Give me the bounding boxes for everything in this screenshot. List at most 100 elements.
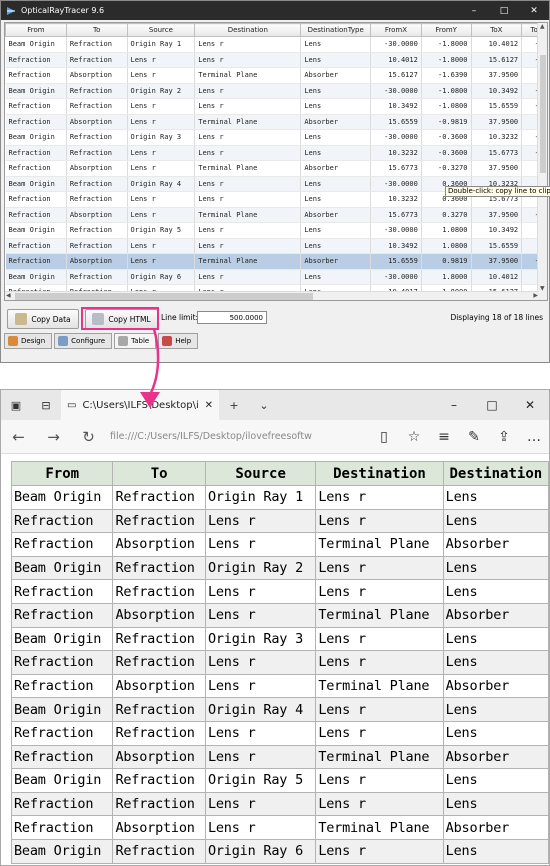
html-table-cell: Absorber (442, 815, 550, 840)
html-table-row: Refraction Refraction Lens r Lens r Lens (10, 579, 550, 604)
html-table-row: Refraction Refraction Lens r Lens r Lens (10, 720, 550, 746)
html-table-cell: Refraction (112, 579, 206, 604)
html-table-cell: Absorption (112, 744, 206, 770)
copy-html-highlight (81, 307, 159, 330)
browser-tab[interactable]: ▭ C:\Users\ILFS\Desktop\i ✕ (61, 390, 219, 420)
html-table-cell: Beam Origin (10, 697, 114, 722)
table-cell: -0.3270 (421, 160, 472, 177)
table-row[interactable]: Beam Origin Refraction Origin Ray 6 Lens rL… (5, 269, 547, 285)
html-table-cell: Lens r (315, 838, 444, 864)
table-row[interactable]: Beam Origin Refraction Origin Ray 5 Lens rL… (5, 222, 547, 239)
browser-minimize-button[interactable]: – (435, 398, 473, 412)
scroll-up-icon[interactable]: ▲ (540, 23, 545, 30)
table-cell: Lens r (127, 160, 196, 177)
close-button[interactable]: ✕ (519, 6, 549, 16)
table-cell: Refraction (66, 129, 128, 146)
column-header[interactable]: FromX (370, 23, 422, 37)
table-row[interactable]: Refraction Refraction Lens r Lens r Lens 10.3… (5, 238, 547, 254)
table-row[interactable]: Beam Origin Refraction Origin Ray 3 Lens rL… (5, 129, 547, 146)
column-header[interactable]: Destination (194, 23, 302, 37)
column-header[interactable]: To (65, 23, 128, 37)
table-row[interactable]: Refraction Absorption Lens r Terminal Plane… (5, 207, 547, 223)
table-cell: Origin Ray 6 (127, 269, 196, 285)
table-cell: Refraction (66, 52, 128, 68)
url-field[interactable]: file:///C:/Users/ILFS/Desktop/ilovefrees… (106, 431, 369, 442)
more-icon[interactable]: … (519, 429, 549, 445)
table-row[interactable]: Beam Origin Refraction Origin Ray 2 Lens rL… (5, 83, 547, 99)
table-cell: -30.0000 (370, 36, 422, 53)
table-cell: Refraction (5, 52, 67, 68)
scroll-down-icon[interactable]: ▼ (540, 285, 545, 292)
browser-close-button[interactable]: ✕ (511, 398, 549, 412)
new-tab-icon[interactable]: + (219, 399, 249, 412)
table-row[interactable]: Refraction Absorption Lens r Terminal Plane… (5, 114, 547, 130)
html-table-cell: Lens r (204, 815, 317, 840)
scroll-left-icon[interactable]: ◀ (6, 292, 11, 299)
column-header[interactable]: FromY (420, 23, 472, 37)
table-row[interactable]: Beam Origin Refraction Origin Ray 1 Lens rL… (5, 36, 547, 53)
vertical-scroll-thumb[interactable] (540, 55, 546, 173)
horizontal-scroll-thumb[interactable] (15, 293, 313, 300)
table-row[interactable]: Refraction Refraction Lens r Lens r Lens 10.3… (5, 98, 547, 115)
html-table-cell: Refraction (10, 602, 114, 628)
tab-help-label: Help (175, 337, 192, 345)
html-table-cell: Refraction (112, 838, 206, 864)
html-table-cell: Lens r (204, 720, 317, 746)
column-header[interactable]: From (5, 23, 67, 37)
web-note-icon[interactable]: ✎ (459, 429, 489, 445)
tab-list-chevron-icon[interactable]: ⌄ (249, 399, 279, 412)
reading-view-icon[interactable]: ▯ (369, 429, 399, 445)
table-cell: Refraction (5, 253, 67, 270)
favorite-star-icon[interactable]: ☆ (399, 429, 429, 445)
horizontal-scrollbar[interactable]: ◀ ▶ (5, 291, 539, 300)
table-cell: Lens r (194, 176, 302, 192)
table-cell: 37.9500 (471, 160, 523, 177)
html-table-cell: Lens r (315, 485, 444, 510)
html-table-cell: Refraction (10, 650, 114, 675)
table-row[interactable]: Refraction Absorption Lens r Terminal Plane… (5, 253, 547, 270)
table-row[interactable]: Refraction Refraction Lens r Lens r Lens 10.3… (5, 145, 547, 161)
table-cell: Lens r (194, 238, 302, 254)
tab-manager-icon[interactable]: ▣ (1, 399, 31, 412)
ray-table-grid[interactable]: From To Source Destination DestinationType Fr… (4, 22, 548, 301)
maximize-button[interactable]: □ (489, 6, 519, 16)
copy-data-button[interactable]: Copy Data (7, 309, 79, 329)
forward-icon[interactable]: → (36, 428, 71, 446)
table-cell: Origin Ray 4 (127, 176, 196, 192)
column-header[interactable]: Source (126, 23, 196, 37)
line-limit-input[interactable] (197, 311, 267, 324)
tab-design-label: Design (21, 337, 46, 345)
html-table-cell: Lens (442, 697, 550, 722)
html-table-cell: Refraction (112, 697, 206, 722)
table-cell: 15.6773 (370, 160, 422, 177)
html-table-cell: Origin Ray 4 (204, 697, 317, 722)
table-row[interactable]: Refraction Absorption Lens r Terminal Plane… (5, 67, 547, 84)
html-table-cell: Beam Origin (10, 838, 114, 864)
minimize-button[interactable]: – (459, 6, 489, 16)
table-row[interactable]: RefractionRefractionLens rLens rLens10.4… (5, 52, 547, 68)
refresh-icon[interactable]: ↻ (71, 428, 106, 446)
tab-configure[interactable]: Configure (54, 333, 113, 349)
table-cell: Terminal Plane (194, 160, 302, 177)
table-row[interactable]: Refraction Absorption Lens r Terminal Plane… (5, 160, 547, 177)
html-table-row: Refraction Absorption Lens r Terminal Plane… (10, 532, 550, 557)
table-cell: Absorption (66, 207, 128, 223)
scroll-right-icon[interactable]: ▶ (533, 292, 538, 299)
tab-design[interactable]: Design (4, 333, 53, 349)
hub-icon[interactable]: ≡ (429, 429, 459, 445)
tab-close-icon[interactable]: ✕ (205, 400, 213, 411)
set-tabs-aside-icon[interactable]: ⊟ (31, 399, 61, 412)
table-cell: Lens (300, 129, 372, 146)
tab-table[interactable]: Table (114, 333, 157, 349)
column-header[interactable]: ToX (470, 23, 523, 37)
table-cell: Lens r (127, 207, 196, 223)
back-icon[interactable]: ← (1, 428, 36, 446)
column-header[interactable]: DestinationType (300, 23, 372, 37)
html-table-cell: Lens r (315, 626, 444, 652)
vertical-scrollbar[interactable]: ▲ ▼ (537, 23, 547, 300)
browser-maximize-button[interactable]: □ (473, 398, 511, 412)
table-cell: 0.9819 (421, 253, 472, 270)
html-table-cell: Terminal Plane (315, 673, 444, 699)
tab-help[interactable]: Help (158, 333, 199, 349)
share-icon[interactable]: ⇪ (489, 429, 519, 445)
